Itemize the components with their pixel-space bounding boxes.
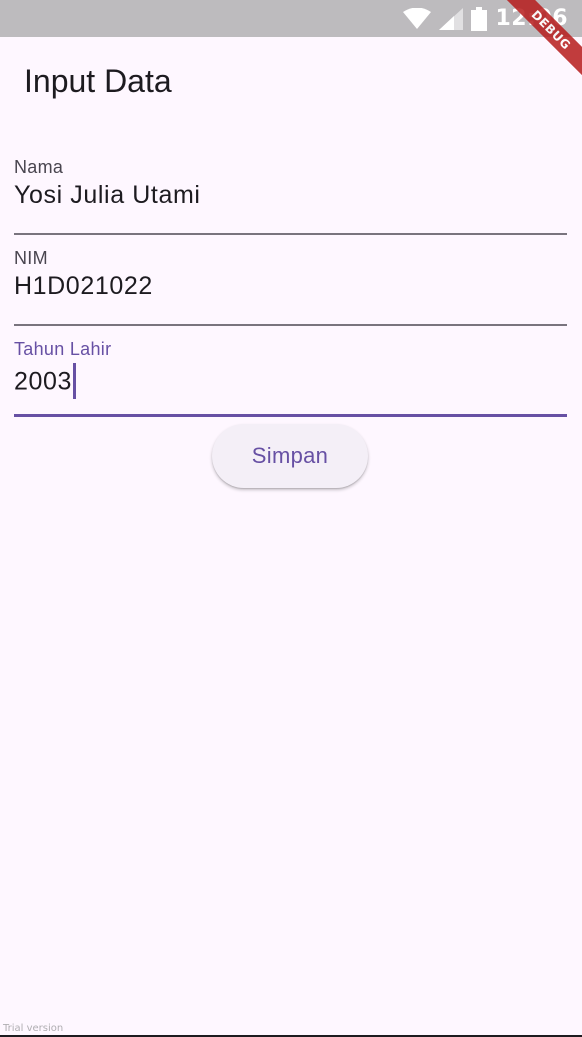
nama-underline [14, 233, 567, 235]
wifi-icon [403, 7, 432, 29]
tahun-lahir-input[interactable]: 2003 [14, 363, 567, 401]
save-button[interactable]: Simpan [212, 424, 368, 488]
nim-field[interactable]: NIM [14, 248, 567, 328]
nim-input[interactable] [14, 272, 567, 301]
cellular-signal-icon [439, 7, 464, 30]
nim-underline [14, 324, 567, 326]
page-title: Input Data [24, 63, 172, 99]
nama-field[interactable]: Nama [14, 157, 567, 237]
nim-label: NIM [14, 248, 48, 268]
battery-icon [471, 6, 488, 31]
app-bar: Input Data [0, 37, 582, 127]
tahun-lahir-label: Tahun Lahir [14, 339, 112, 359]
tahun-lahir-underline [14, 414, 567, 417]
status-icons: 12:06 [403, 0, 568, 37]
nama-input[interactable] [14, 181, 567, 210]
status-bar: 12:06 [0, 0, 582, 37]
status-time: 12:06 [495, 6, 568, 31]
trial-watermark: Trial version [3, 1023, 64, 1034]
nama-label: Nama [14, 157, 64, 177]
tahun-lahir-field[interactable]: Tahun Lahir 2003 [14, 339, 567, 419]
tahun-lahir-value: 2003 [14, 367, 73, 396]
text-cursor [73, 363, 76, 399]
